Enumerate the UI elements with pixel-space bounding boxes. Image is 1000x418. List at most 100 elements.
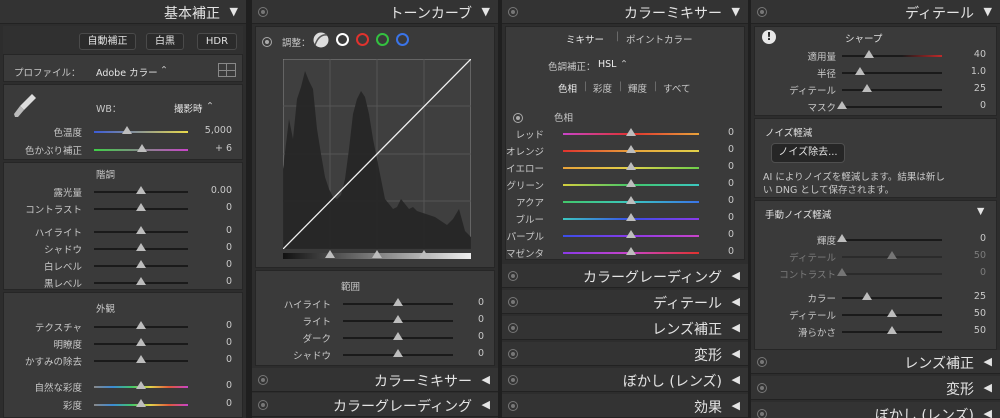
shadows-slider[interactable] [94, 243, 188, 251]
shadows-row[interactable]: シャドウ 0 [4, 240, 242, 256]
tc-highlights-value[interactable]: 0 [478, 297, 484, 308]
slider-knob[interactable] [626, 162, 636, 170]
slider-knob[interactable] [136, 321, 146, 329]
transform-collapsed-header[interactable]: 変形 ◀ [502, 342, 748, 366]
dehaze-value[interactable]: 0 [226, 354, 232, 365]
eye-icon[interactable] [508, 7, 518, 17]
temp-slider[interactable] [94, 126, 188, 134]
color-grading-collapsed-header[interactable]: カラーグレーディング ◀ [502, 264, 748, 288]
exposure-slider[interactable] [94, 186, 188, 194]
tc-darks-row[interactable]: ダーク 0 [256, 329, 494, 345]
eye-icon[interactable] [508, 323, 518, 333]
tc-lights-value[interactable]: 0 [478, 314, 484, 325]
saturation-row[interactable]: 彩度 0 [4, 396, 242, 412]
effects-collapsed-header[interactable]: 効果 ◀ [502, 394, 748, 418]
adjust-select[interactable]: HSL [598, 59, 616, 70]
expand-triangle-icon[interactable]: ◀ [732, 399, 740, 412]
slider-knob[interactable] [626, 230, 636, 238]
texture-row[interactable]: テクスチャ 0 [4, 318, 242, 334]
slider-knob[interactable] [136, 243, 146, 251]
expand-triangle-icon[interactable]: ◀ [732, 321, 740, 334]
color-mixer-header[interactable]: カラーミキサー ▼ [502, 0, 748, 24]
texture-slider[interactable] [94, 321, 188, 329]
slider-knob[interactable] [887, 326, 897, 334]
detail-header[interactable]: ディテール ▼ [751, 0, 1000, 24]
slider-knob[interactable] [855, 67, 865, 75]
sharp-amount-row[interactable]: 適用量 40 [755, 47, 996, 63]
sharp-detail-slider[interactable] [842, 84, 942, 92]
mix-blue-row[interactable]: ブルー 0 [506, 210, 744, 226]
tc-darks-value[interactable]: 0 [478, 331, 484, 342]
eye-icon[interactable] [757, 357, 767, 367]
denoise-button[interactable]: ノイズ除去... [771, 143, 845, 163]
mix-yellow-slider[interactable] [563, 162, 699, 170]
sharp-radius-value[interactable]: 1.0 [971, 66, 986, 77]
detail-collapsed-header[interactable]: ディテール ◀ [502, 290, 748, 314]
expand-triangle-icon[interactable]: ◀ [482, 398, 490, 411]
blacks-slider[interactable] [94, 277, 188, 285]
mix-green-row[interactable]: グリーン 0 [506, 176, 744, 192]
slider-knob[interactable] [136, 381, 146, 389]
expand-triangle-icon[interactable]: ◀ [482, 373, 490, 386]
slider-knob[interactable] [626, 247, 636, 255]
mix-orange-value[interactable]: 0 [728, 144, 734, 155]
mix-aqua-slider[interactable] [563, 196, 699, 204]
slider-knob[interactable] [136, 277, 146, 285]
whites-value[interactable]: 0 [226, 259, 232, 270]
temp-row[interactable]: 色温度 5,000 [4, 123, 242, 139]
contrast-value[interactable]: 0 [226, 202, 232, 213]
highlights-row[interactable]: ハイライト 0 [4, 223, 242, 239]
nr-smooth-value[interactable]: 50 [974, 325, 986, 336]
nr-color-detail-value[interactable]: 50 [974, 308, 986, 319]
transform-collapsed-header[interactable]: 変形 ◀ [751, 376, 1000, 400]
slider-knob[interactable] [393, 298, 403, 306]
lens-collapsed-header[interactable]: レンズ補正 ◀ [502, 316, 748, 340]
contrast-row[interactable]: コントラスト 0 [4, 200, 242, 216]
exposure-row[interactable]: 露光量 0.00 [4, 183, 242, 199]
nr-smooth-row[interactable]: 滑らかさ 50 [755, 323, 996, 339]
mix-magenta-value[interactable]: 0 [728, 246, 734, 257]
sharp-radius-slider[interactable] [842, 67, 942, 75]
slider-knob[interactable] [862, 292, 872, 300]
mix-blue-slider[interactable] [563, 213, 699, 221]
blue-channel-icon[interactable] [396, 33, 409, 46]
mix-magenta-row[interactable]: マゼンタ 0 [506, 244, 744, 260]
slider-knob[interactable] [837, 234, 847, 242]
expand-triangle-icon[interactable]: ◀ [732, 295, 740, 308]
color-grading-collapsed-header[interactable]: カラーグレーディング ◀ [252, 393, 498, 417]
range-knob[interactable] [325, 250, 335, 258]
blacks-value[interactable]: 0 [226, 276, 232, 287]
slider-knob[interactable] [136, 355, 146, 363]
mix-purple-value[interactable]: 0 [728, 229, 734, 240]
expand-triangle-icon[interactable]: ◀ [732, 347, 740, 360]
slider-knob[interactable] [626, 213, 636, 221]
warning-icon[interactable]: ! [762, 30, 776, 44]
slider-knob[interactable] [136, 226, 146, 234]
nr-color-value[interactable]: 25 [974, 291, 986, 302]
mix-orange-row[interactable]: オレンジ 0 [506, 142, 744, 158]
slider-knob[interactable] [136, 186, 146, 194]
highlights-slider[interactable] [94, 226, 188, 234]
sharp-detail-value[interactable]: 25 [974, 83, 986, 94]
mix-aqua-row[interactable]: アクア 0 [506, 193, 744, 209]
color-mixer-collapsed-header[interactable]: カラーミキサー ◀ [252, 368, 498, 392]
tint-row[interactable]: 色かぶり補正 + 6 [4, 141, 242, 157]
saturation-value[interactable]: 0 [226, 398, 232, 409]
slider-knob[interactable] [837, 101, 847, 109]
clarity-value[interactable]: 0 [226, 337, 232, 348]
sharp-amount-value[interactable]: 40 [974, 49, 986, 60]
eye-icon[interactable] [508, 375, 518, 385]
dropdown-icon[interactable]: ⌃ [160, 65, 168, 76]
tint-slider[interactable] [94, 144, 188, 152]
parametric-curve-icon[interactable] [312, 31, 330, 49]
tint-value[interactable]: + 6 [215, 143, 232, 154]
texture-value[interactable]: 0 [226, 320, 232, 331]
sharp-mask-slider[interactable] [837, 101, 942, 109]
eyedropper-icon[interactable] [12, 91, 38, 119]
grid-icon[interactable] [218, 63, 236, 77]
green-channel-icon[interactable] [376, 33, 389, 46]
tc-darks-slider[interactable] [343, 332, 453, 340]
tc-highlights-row[interactable]: ハイライト 0 [256, 295, 494, 311]
mix-purple-row[interactable]: パープル 0 [506, 227, 744, 243]
eye-icon[interactable] [258, 400, 268, 410]
